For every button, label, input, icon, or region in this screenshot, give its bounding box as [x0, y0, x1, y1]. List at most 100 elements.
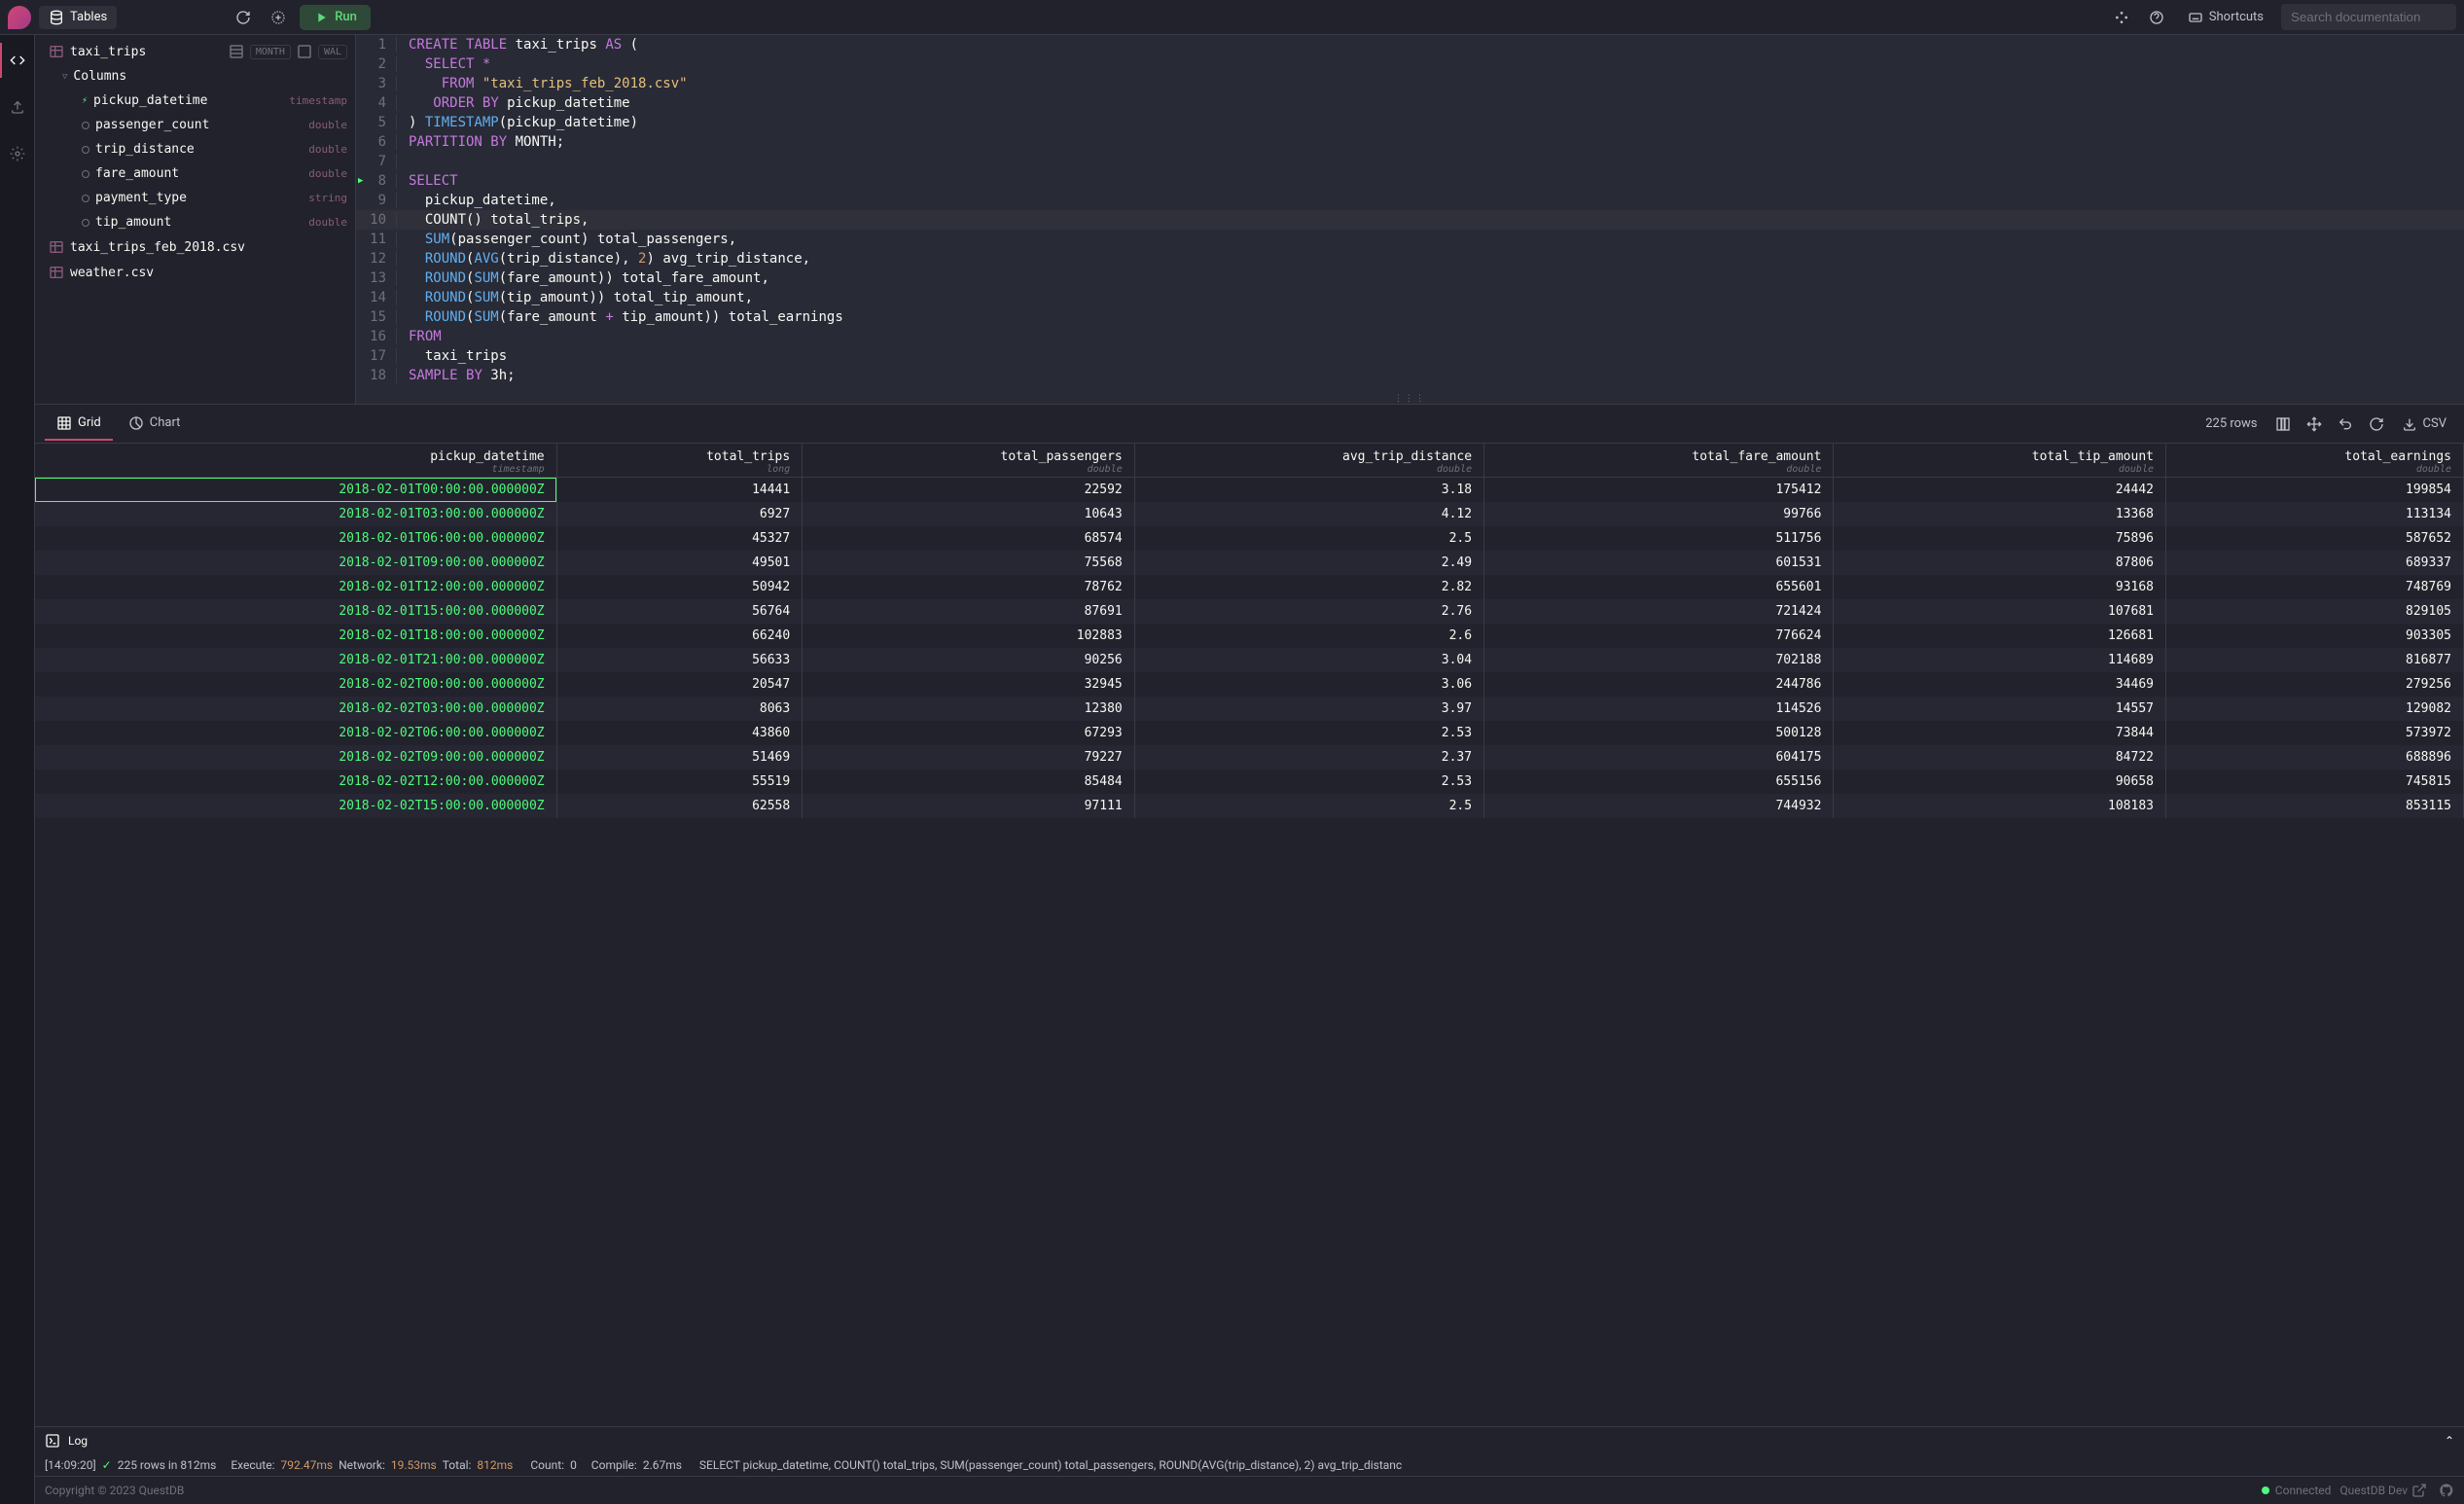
cell[interactable]: 56633: [556, 648, 803, 672]
add-button[interactable]: [265, 4, 292, 31]
cell[interactable]: 13368: [1834, 502, 2166, 526]
columns-node[interactable]: ▽ Columns: [35, 64, 355, 89]
cell[interactable]: 689337: [2165, 551, 2463, 575]
table-row[interactable]: 2018-02-02T03:00:00.000000Z8063123803.97…: [35, 697, 2464, 721]
cell[interactable]: 2018-02-01T12:00:00.000000Z: [35, 575, 556, 599]
cell[interactable]: 50942: [556, 575, 803, 599]
cell[interactable]: 99766: [1484, 502, 1834, 526]
cell[interactable]: 3.06: [1134, 672, 1483, 697]
pane-resize-handle[interactable]: ⋮⋮⋮: [1394, 394, 1426, 404]
cell[interactable]: 90256: [803, 648, 1135, 672]
slack-button[interactable]: [2108, 4, 2135, 31]
table-row[interactable]: 2018-02-02T15:00:00.000000Z62558971112.5…: [35, 794, 2464, 818]
cell[interactable]: 2.76: [1134, 599, 1483, 624]
cell[interactable]: 6927: [556, 502, 803, 526]
col-header-total_tip_amount[interactable]: total_tip_amountdouble: [1834, 444, 2166, 478]
cell[interactable]: 175412: [1484, 478, 1834, 503]
cell[interactable]: 2018-02-01T18:00:00.000000Z: [35, 624, 556, 648]
cell[interactable]: 114689: [1834, 648, 2166, 672]
cell[interactable]: 113134: [2165, 502, 2463, 526]
cell[interactable]: 2.5: [1134, 526, 1483, 551]
freeze-button[interactable]: [2269, 411, 2297, 438]
cell[interactable]: 279256: [2165, 672, 2463, 697]
cell[interactable]: 3.18: [1134, 478, 1483, 503]
cell[interactable]: 3.97: [1134, 697, 1483, 721]
sql-editor[interactable]: 1CREATE TABLE taxi_trips AS (2 SELECT *3…: [356, 35, 2464, 404]
column-trip_distance[interactable]: trip_distancedouble: [35, 137, 355, 161]
cell[interactable]: 78762: [803, 575, 1135, 599]
editor-line[interactable]: 1CREATE TABLE taxi_trips AS (: [356, 35, 2464, 54]
cell[interactable]: 744932: [1484, 794, 1834, 818]
table-row[interactable]: 2018-02-01T06:00:00.000000Z45327685742.5…: [35, 526, 2464, 551]
cell[interactable]: 2018-02-02T09:00:00.000000Z: [35, 745, 556, 770]
cell[interactable]: 22592: [803, 478, 1135, 503]
refresh-button[interactable]: [2363, 411, 2390, 438]
cell[interactable]: 587652: [2165, 526, 2463, 551]
app-logo[interactable]: [8, 6, 31, 29]
cell[interactable]: 87806: [1834, 551, 2166, 575]
cell[interactable]: 107681: [1834, 599, 2166, 624]
tab-chart[interactable]: Chart: [117, 408, 193, 441]
cell[interactable]: 776624: [1484, 624, 1834, 648]
editor-line[interactable]: 17 taxi_trips: [356, 346, 2464, 366]
col-header-pickup_datetime[interactable]: pickup_datetimetimestamp: [35, 444, 556, 478]
col-header-avg_trip_distance[interactable]: avg_trip_distancedouble: [1134, 444, 1483, 478]
results-grid[interactable]: pickup_datetimetimestamptotal_tripslong t…: [35, 444, 2464, 1426]
cell[interactable]: 90658: [1834, 770, 2166, 794]
cell[interactable]: 748769: [2165, 575, 2463, 599]
cell[interactable]: 79227: [803, 745, 1135, 770]
cell[interactable]: 75568: [803, 551, 1135, 575]
table-row[interactable]: 2018-02-02T06:00:00.000000Z43860672932.5…: [35, 721, 2464, 745]
cell[interactable]: 45327: [556, 526, 803, 551]
undo-button[interactable]: [2332, 411, 2359, 438]
column-fare_amount[interactable]: fare_amountdouble: [35, 161, 355, 186]
cell[interactable]: 12380: [803, 697, 1135, 721]
cell[interactable]: 55519: [556, 770, 803, 794]
editor-line[interactable]: 18SAMPLE BY 3h;: [356, 366, 2464, 385]
cell[interactable]: 85484: [803, 770, 1135, 794]
table-row[interactable]: 2018-02-01T12:00:00.000000Z50942787622.8…: [35, 575, 2464, 599]
cell[interactable]: 10643: [803, 502, 1135, 526]
cell[interactable]: 14441: [556, 478, 803, 503]
table-row[interactable]: 2018-02-01T00:00:00.000000Z14441225923.1…: [35, 478, 2464, 503]
cell[interactable]: 62558: [556, 794, 803, 818]
cell[interactable]: 108183: [1834, 794, 2166, 818]
table-taxi-trips[interactable]: taxi_trips MONTH WAL: [35, 39, 355, 64]
cell[interactable]: 2018-02-01T15:00:00.000000Z: [35, 599, 556, 624]
cell[interactable]: 745815: [2165, 770, 2463, 794]
editor-line[interactable]: 13 ROUND(SUM(fare_amount)) total_fare_am…: [356, 269, 2464, 288]
editor-line[interactable]: 10 COUNT() total_trips,: [356, 210, 2464, 230]
cell[interactable]: 24442: [1834, 478, 2166, 503]
cell[interactable]: 2.53: [1134, 721, 1483, 745]
cell[interactable]: 573972: [2165, 721, 2463, 745]
cell[interactable]: 129082: [2165, 697, 2463, 721]
reset-layout-button[interactable]: [2301, 411, 2328, 438]
table-row[interactable]: 2018-02-02T12:00:00.000000Z55519854842.5…: [35, 770, 2464, 794]
editor-line[interactable]: 12 ROUND(AVG(trip_distance), 2) avg_trip…: [356, 249, 2464, 269]
cell[interactable]: 2.49: [1134, 551, 1483, 575]
cell[interactable]: 56764: [556, 599, 803, 624]
cell[interactable]: 32945: [803, 672, 1135, 697]
cell[interactable]: 655156: [1484, 770, 1834, 794]
cell[interactable]: 601531: [1484, 551, 1834, 575]
editor-line[interactable]: 9 pickup_datetime,: [356, 191, 2464, 210]
tab-grid[interactable]: Grid: [45, 408, 113, 441]
column-passenger_count[interactable]: passenger_countdouble: [35, 113, 355, 137]
cell[interactable]: 2018-02-01T00:00:00.000000Z: [35, 478, 556, 503]
table-weather-csv[interactable]: weather.csv: [35, 260, 355, 285]
log-toggle[interactable]: Log ⌃: [35, 1426, 2464, 1454]
cell[interactable]: 2.53: [1134, 770, 1483, 794]
editor-line[interactable]: 15 ROUND(SUM(fare_amount + tip_amount)) …: [356, 307, 2464, 327]
col-header-total_trips[interactable]: total_tripslong: [556, 444, 803, 478]
table-row[interactable]: 2018-02-01T21:00:00.000000Z56633902563.0…: [35, 648, 2464, 672]
rail-settings[interactable]: [0, 136, 35, 171]
dev-link[interactable]: QuestDB Dev: [2339, 1484, 2408, 1497]
cell[interactable]: 84722: [1834, 745, 2166, 770]
cell[interactable]: 87691: [803, 599, 1135, 624]
cell[interactable]: 2.6: [1134, 624, 1483, 648]
table-row[interactable]: 2018-02-01T18:00:00.000000Z662401028832.…: [35, 624, 2464, 648]
cell[interactable]: 2018-02-01T03:00:00.000000Z: [35, 502, 556, 526]
table-row[interactable]: 2018-02-02T00:00:00.000000Z20547329453.0…: [35, 672, 2464, 697]
cell[interactable]: 102883: [803, 624, 1135, 648]
cell[interactable]: 853115: [2165, 794, 2463, 818]
